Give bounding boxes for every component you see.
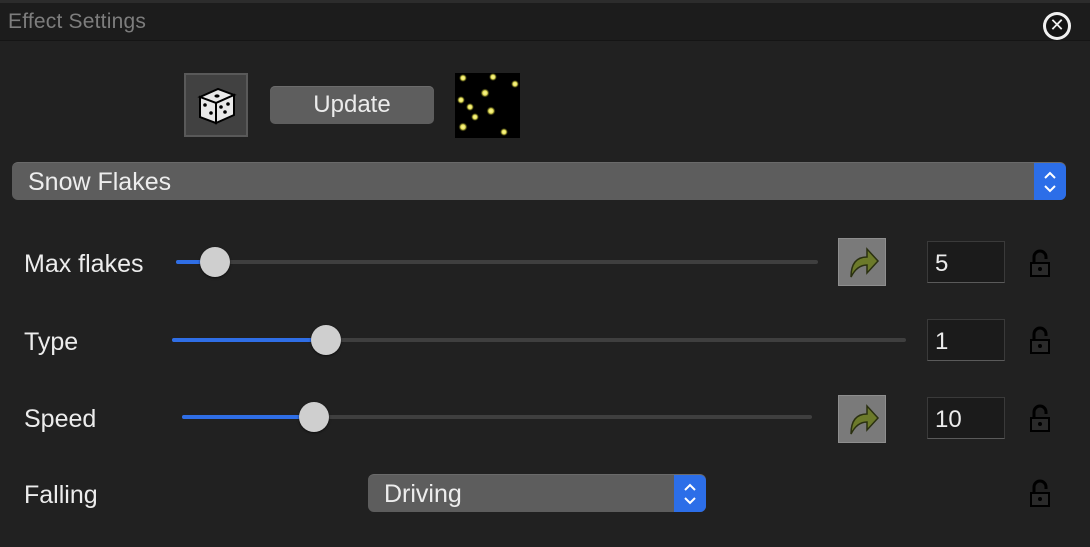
up-down-chevron-icon	[1034, 163, 1066, 200]
window-title: Effect Settings	[8, 10, 147, 33]
effect-select[interactable]: Snow Flakes	[12, 162, 1066, 200]
falling-lock-icon[interactable]	[1027, 479, 1053, 509]
up-down-chevron-icon	[674, 475, 706, 512]
type-slider-thumb[interactable]	[311, 325, 342, 355]
update-button[interactable]: Update	[270, 86, 434, 124]
max-flakes-slider-thumb[interactable]	[199, 247, 230, 277]
effect-settings-panel	[0, 40, 1090, 547]
falling-select[interactable]: Driving	[368, 474, 706, 512]
speed-value[interactable]: 10	[927, 397, 1005, 439]
speed-lock-icon[interactable]	[1027, 404, 1053, 434]
speed-slider[interactable]	[182, 402, 812, 432]
randomize-button[interactable]	[184, 73, 248, 137]
close-icon[interactable]: ✕	[1043, 12, 1071, 40]
falling-label: Falling	[24, 481, 98, 509]
redo-arrow-icon	[850, 404, 880, 435]
type-lock-icon[interactable]	[1027, 326, 1053, 356]
speed-slider-fill	[182, 415, 315, 419]
max-flakes-lock-icon[interactable]	[1027, 249, 1053, 279]
redo-arrow-icon	[850, 247, 880, 278]
max-flakes-reset-button[interactable]	[838, 238, 886, 286]
max-flakes-slider[interactable]	[176, 247, 818, 277]
speed-reset-button[interactable]	[838, 395, 886, 443]
max-flakes-value[interactable]: 5	[927, 241, 1005, 283]
type-slider[interactable]	[172, 325, 906, 355]
speed-label: Speed	[24, 405, 97, 433]
dice-icon	[197, 87, 237, 125]
type-slider-fill	[172, 338, 327, 342]
falling-select-value: Driving	[384, 480, 462, 508]
effect-select-value: Snow Flakes	[28, 168, 172, 196]
type-value[interactable]: 1	[927, 319, 1005, 361]
title-bar: Effect Settings ✕	[0, 0, 1090, 40]
max-flakes-label: Max flakes	[24, 250, 144, 278]
effect-preview-thumbnail	[455, 73, 520, 138]
type-label: Type	[24, 328, 79, 356]
